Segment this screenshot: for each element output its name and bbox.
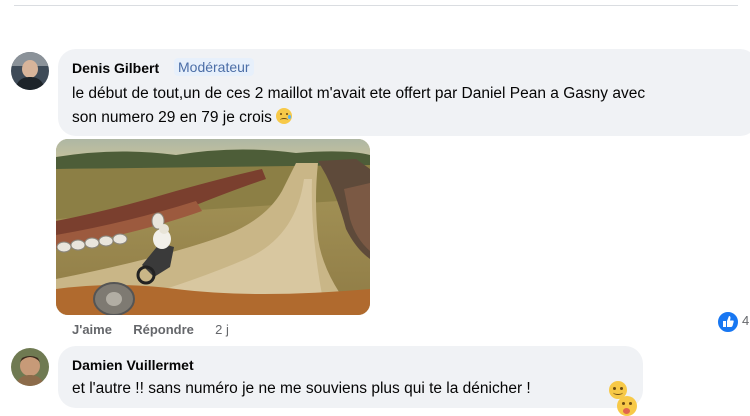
reply-link[interactable]: Répondre — [133, 322, 194, 337]
thumbs-up-icon[interactable] — [716, 310, 740, 334]
comment-text-line-2: son numero 29 en 79 je crois — [72, 106, 293, 130]
comment-text-line-1: et l'autre !! sans numéro je ne me souvi… — [72, 380, 531, 397]
comment-actions: J'aime Répondre 2 j — [72, 322, 229, 337]
comment-author[interactable]: Denis Gilbert — [72, 60, 159, 76]
sad-face-emoji-icon — [276, 108, 293, 124]
comment-photo[interactable] — [56, 139, 370, 315]
avatar-denis-gilbert[interactable] — [11, 52, 49, 90]
comment-text: son numero 29 en 79 je crois — [72, 109, 272, 126]
comment-timestamp[interactable]: 2 j — [215, 322, 229, 337]
top-divider — [14, 5, 738, 6]
like-link[interactable]: J'aime — [72, 322, 112, 337]
reaction-count[interactable]: 4 — [742, 313, 749, 328]
thinking-emoji-icon — [617, 396, 637, 416]
avatar-damien-vuillermet[interactable] — [11, 348, 49, 386]
comment-text-line-1: le début de tout,un de ces 2 maillot m'a… — [72, 85, 646, 102]
moderator-badge: Modérateur — [174, 58, 254, 76]
comment-author[interactable]: Damien Vuillermet — [72, 357, 194, 373]
